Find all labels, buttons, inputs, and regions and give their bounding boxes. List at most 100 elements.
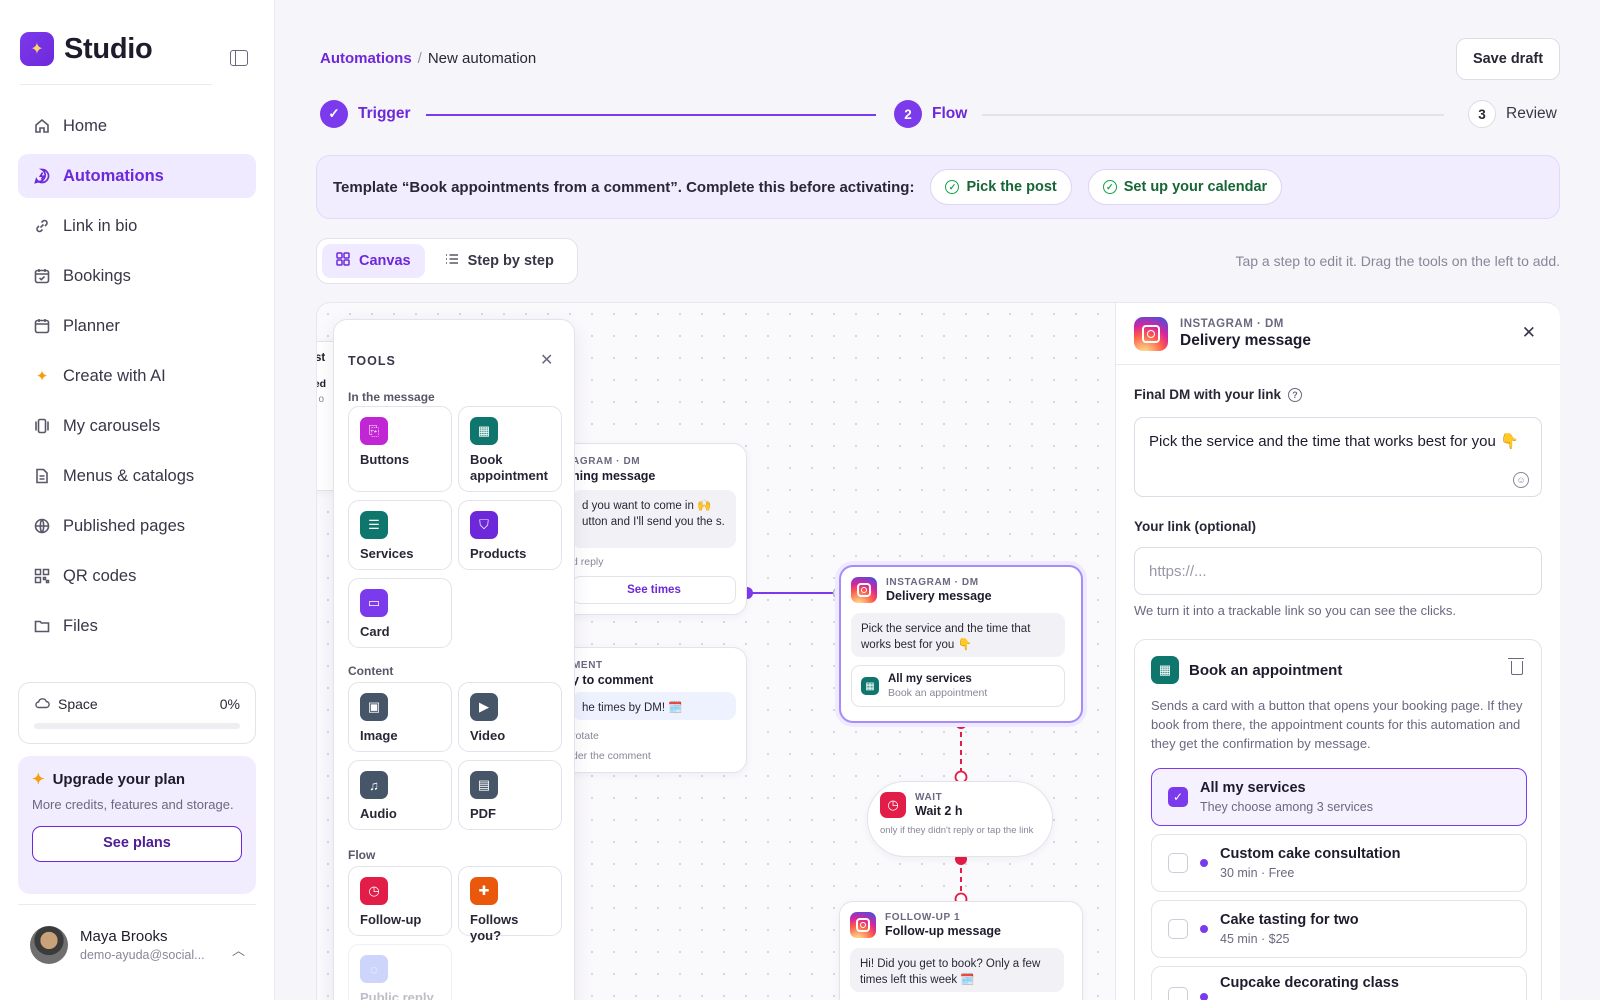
step-label: Review <box>1506 105 1557 122</box>
storage-label: Space <box>58 696 98 712</box>
step-trigger[interactable]: ✓ Trigger <box>320 100 411 128</box>
help-icon[interactable]: ? <box>1288 387 1303 402</box>
save-draft-button[interactable]: Save draft <box>1456 38 1560 80</box>
sidebar-item-files[interactable]: Files <box>18 604 256 648</box>
trash-icon[interactable] <box>1508 658 1524 675</box>
canvas-hint: Tap a step to edit it. Drag the tools on… <box>1235 253 1560 269</box>
brand-name: Studio <box>64 32 153 65</box>
tool-buttons[interactable]: ⎘ Buttons <box>348 406 452 492</box>
node-kind: FOLLOW-UP 1 <box>885 912 961 923</box>
tool-follow-up[interactable]: ◷ Follow-up <box>348 866 452 936</box>
tool-follows-you[interactable]: ✚ Follows you? <box>458 866 562 943</box>
storage-card: Space 0% <box>18 682 256 744</box>
node-follow-up[interactable]: FOLLOW-UP 1 Follow-up message Hi! Did yo… <box>839 901 1083 1000</box>
tool-services[interactable]: ☰ Services <box>348 500 452 570</box>
sidebar-item-automations[interactable]: Automations <box>18 154 256 198</box>
sidebar-item-home[interactable]: Home <box>18 104 256 148</box>
node-wait[interactable]: ◷ WAIT Wait 2 h only if they didn't repl… <box>867 781 1053 857</box>
setup-calendar-chip[interactable]: ✓ Set up your calendar <box>1087 169 1283 205</box>
chevron-up-icon[interactable]: ︿ <box>232 940 245 959</box>
home-icon <box>33 117 51 135</box>
panel-header: INSTAGRAM · DM Delivery message ✕ <box>1116 303 1560 365</box>
service-option-consultation[interactable]: Custom cake consultation 30 min · Free <box>1151 834 1527 892</box>
globe-icon <box>33 517 51 535</box>
chat-bubble-icon: ◌ <box>360 955 388 983</box>
sidebar-toggle-icon[interactable] <box>230 50 248 66</box>
chat-bolt-icon <box>33 167 51 185</box>
option-sub: They choose among 3 services <box>1200 800 1374 814</box>
tab-canvas[interactable]: Canvas <box>322 244 425 278</box>
instagram-icon <box>1134 316 1168 351</box>
link-input[interactable] <box>1134 547 1542 595</box>
chip-label: Pick the post <box>966 179 1057 195</box>
pick-post-chip[interactable]: ✓ Pick the post <box>930 169 1072 205</box>
service-option-decorating[interactable]: Cupcake decorating class <box>1151 966 1527 1000</box>
see-times-button[interactable]: See times <box>572 576 736 604</box>
node-title: Wait 2 h <box>915 804 963 818</box>
option-name: Cupcake decorating class <box>1220 975 1399 991</box>
service-option-all[interactable]: ✓ All my services They choose among 3 se… <box>1151 768 1527 826</box>
node-delivery-message[interactable]: INSTAGRAM · DM Delivery message Pick the… <box>839 565 1083 723</box>
tool-audio[interactable]: ♫ Audio <box>348 760 452 830</box>
checkbox[interactable] <box>1168 919 1188 939</box>
video-icon: ▶ <box>470 693 498 721</box>
check-circle-icon: ✓ <box>1102 180 1117 194</box>
node-message: he times by DM! 🗓️ <box>572 692 736 720</box>
sidebar-item-published-pages[interactable]: Published pages <box>18 504 256 548</box>
panel-kind: INSTAGRAM · DM <box>1180 317 1284 330</box>
user-menu[interactable]: Maya Brooks demo-ayuda@social... <box>30 926 205 964</box>
calendar-check-icon: ▦ <box>1151 656 1179 684</box>
tab-step-by-step[interactable]: Step by step <box>431 244 568 278</box>
node-meta: rotate <box>572 730 599 742</box>
tool-label: Image <box>360 728 398 743</box>
tool-label: Follow-up <box>360 912 422 927</box>
tool-products[interactable]: ⛉ Products <box>458 500 562 570</box>
breadcrumb-automations-link[interactable]: Automations <box>320 50 412 67</box>
tool-label: Follows you? <box>470 912 519 943</box>
template-banner: Template “Book appointments from a comme… <box>316 155 1560 219</box>
step-review[interactable]: 3 Review <box>1468 100 1557 128</box>
step-flow[interactable]: 2 Flow <box>894 100 967 128</box>
user-email: demo-ayuda@social... <box>80 948 205 962</box>
step-editor-panel: INSTAGRAM · DM Delivery message ✕ Final … <box>1115 302 1560 1000</box>
sidebar-item-create-with-ai[interactable]: ✦ Create with AI <box>18 354 256 398</box>
sidebar-item-link-in-bio[interactable]: Link in bio <box>18 204 256 248</box>
checkbox[interactable] <box>1168 987 1188 1000</box>
close-icon[interactable]: ✕ <box>1522 323 1536 343</box>
clock-icon: ◷ <box>880 792 906 818</box>
checkbox-checked-icon[interactable]: ✓ <box>1168 787 1188 807</box>
sidebar-item-bookings[interactable]: Bookings <box>18 254 256 298</box>
see-plans-button[interactable]: See plans <box>32 826 242 862</box>
close-icon[interactable]: ✕ <box>540 350 553 370</box>
checkbox[interactable] <box>1168 853 1188 873</box>
tool-image[interactable]: ▣ Image <box>348 682 452 752</box>
tool-public-reply[interactable]: ◌ Public reply <box>348 944 452 1000</box>
tool-label: Audio <box>360 806 397 821</box>
stepper-line-done <box>426 114 876 116</box>
divider <box>20 84 212 85</box>
upgrade-subtitle: More credits, features and storage. <box>32 797 234 812</box>
tool-video[interactable]: ▶ Video <box>458 682 562 752</box>
tool-pdf[interactable]: ▤ PDF <box>458 760 562 830</box>
storage-progress <box>34 723 240 729</box>
tool-label: PDF <box>470 806 496 821</box>
tool-book-appointment[interactable]: ▦ Book appointment <box>458 406 562 492</box>
sidebar-item-menus-catalogs[interactable]: Menus & catalogs <box>18 454 256 498</box>
calendar-check-icon: ▦ <box>861 677 879 695</box>
emoji-icon[interactable]: ☺ <box>1513 472 1529 488</box>
sparkle-logo-icon: ✦ <box>20 32 54 66</box>
node-title: ost <box>316 352 326 364</box>
brand[interactable]: ✦ Studio <box>20 32 153 66</box>
tool-card[interactable]: ▭ Card <box>348 578 452 648</box>
service-color-dot <box>1200 859 1208 867</box>
option-name: All my services <box>1200 780 1306 796</box>
service-option-tasting[interactable]: Cake tasting for two 45 min · $25 <box>1151 900 1527 958</box>
dm-textarea[interactable]: Pick the service and the time that works… <box>1134 417 1542 497</box>
upgrade-card: ✦ Upgrade your plan More credits, feature… <box>18 756 256 894</box>
sidebar-item-planner[interactable]: Planner <box>18 304 256 348</box>
breadcrumb-current: New automation <box>427 50 537 67</box>
check-icon: ✓ <box>320 100 348 128</box>
sidebar-item-qr-codes[interactable]: QR codes <box>18 554 256 598</box>
sidebar-item-my-carousels[interactable]: My carousels <box>18 404 256 448</box>
link-label: Your link (optional) <box>1134 519 1256 534</box>
